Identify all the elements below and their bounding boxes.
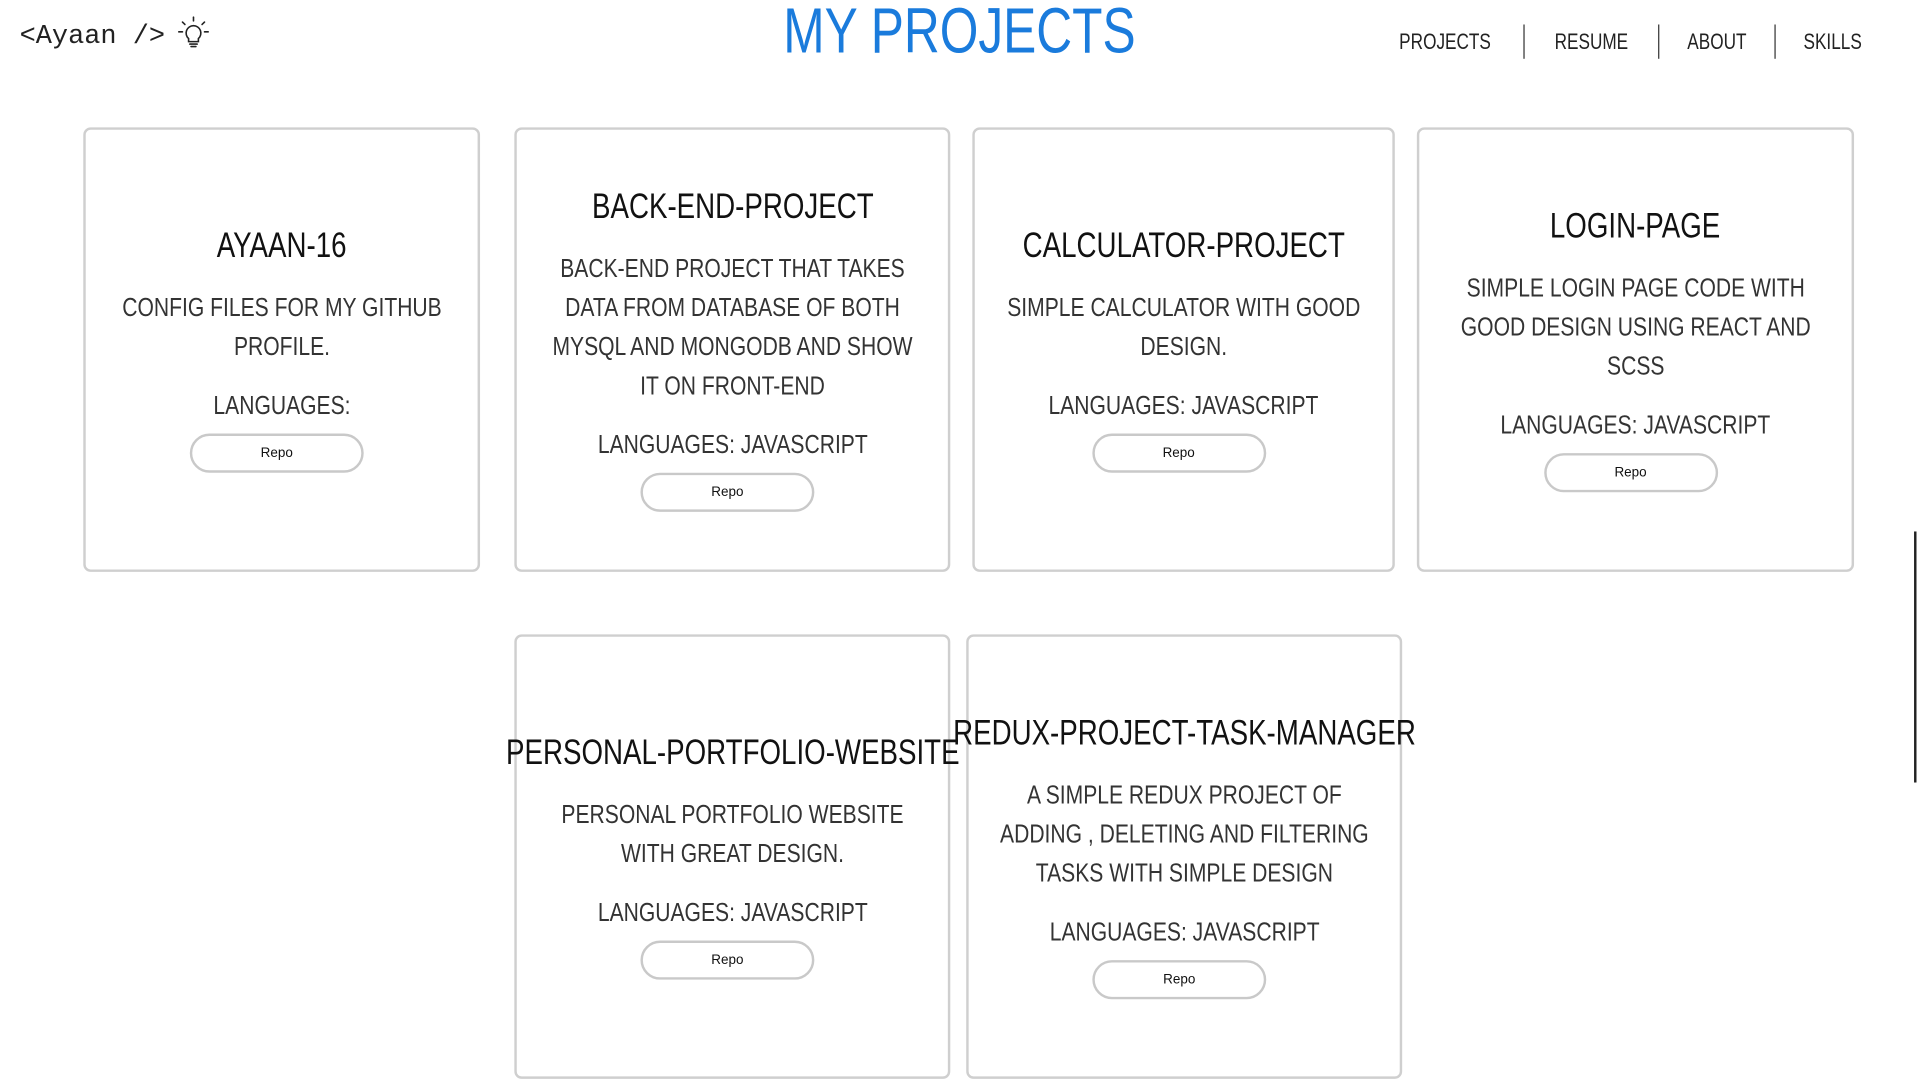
lightbulb-icon[interactable] [175, 15, 212, 57]
nav-divider [1658, 24, 1660, 59]
project-card: PERSONAL-PORTFOLIO-WEBSITE PERSONAL PORT… [506, 634, 959, 1079]
project-languages: LANGUAGES: JAVASCRIPT [1500, 411, 1771, 440]
repo-button[interactable]: Repo [640, 940, 815, 980]
repo-button[interactable]: Repo [1092, 960, 1267, 1000]
project-description: CONFIG FILES FOR MY GITHUB PROFILE. [121, 293, 442, 362]
project-languages: LANGUAGES: JAVASCRIPT [597, 898, 868, 928]
project-card: LOGIN-PAGE SIMPLE LOGIN PAGE CODE WITH G… [1416, 127, 1855, 572]
main-nav: PROJECTS RESUME ABOUT SKILLS [1367, 24, 1890, 59]
nav-skills[interactable]: SKILLS [1788, 29, 1877, 55]
scrollbar-thumb[interactable] [1914, 531, 1917, 783]
logo[interactable]: <Ayaan /> [20, 15, 212, 57]
nav-about[interactable]: ABOUT [1672, 29, 1762, 55]
logo-text: <Ayaan /> [19, 20, 166, 51]
project-card: CALCULATOR-PROJECT SIMPLE CALCULATOR WIT… [972, 127, 1395, 572]
project-title: PERSONAL-PORTFOLIO-WEBSITE [505, 733, 960, 773]
nav-divider [1523, 24, 1525, 59]
project-title: BACK-END-PROJECT [591, 187, 874, 227]
project-languages: LANGUAGES: JAVASCRIPT [1049, 918, 1320, 947]
project-title: REDUX-PROJECT-TASK-MANAGER [952, 713, 1416, 754]
project-description: SIMPLE LOGIN PAGE CODE WITH GOOD DESIGN … [1460, 274, 1811, 381]
project-description: PERSONAL PORTFOLIO WEBSITE WITH GREAT DE… [561, 800, 904, 869]
project-languages: LANGUAGES: JAVASCRIPT [1048, 391, 1319, 421]
project-description: A SIMPLE REDUX PROJECT OF ADDING , DELET… [999, 781, 1369, 888]
project-title: LOGIN-PAGE [1550, 206, 1721, 247]
project-card: REDUX-PROJECT-TASK-MANAGER A SIMPLE REDU… [953, 634, 1416, 1079]
project-languages: LANGUAGES: [213, 391, 351, 421]
repo-button[interactable]: Repo [1091, 433, 1266, 473]
project-card: AYAAN-16 CONFIG FILES FOR MY GITHUB PROF… [83, 127, 481, 572]
nav-divider [1774, 24, 1776, 59]
project-card: BACK-END-PROJECT BACK-END PROJECT THAT T… [514, 127, 951, 572]
project-languages: LANGUAGES: JAVASCRIPT [597, 431, 868, 460]
repo-button[interactable]: Repo [189, 433, 364, 473]
repo-button[interactable]: Repo [640, 472, 815, 512]
project-title: AYAAN-16 [216, 226, 347, 266]
repo-button[interactable]: Repo [1543, 453, 1718, 493]
nav-resume[interactable]: RESUME [1539, 29, 1643, 55]
project-title: CALCULATOR-PROJECT [1022, 226, 1345, 266]
nav-projects[interactable]: PROJECTS [1384, 29, 1506, 55]
project-description: BACK-END PROJECT THAT TAKES DATA FROM DA… [552, 254, 913, 401]
project-description: SIMPLE CALCULATOR WITH GOOD DESIGN. [1007, 293, 1361, 362]
